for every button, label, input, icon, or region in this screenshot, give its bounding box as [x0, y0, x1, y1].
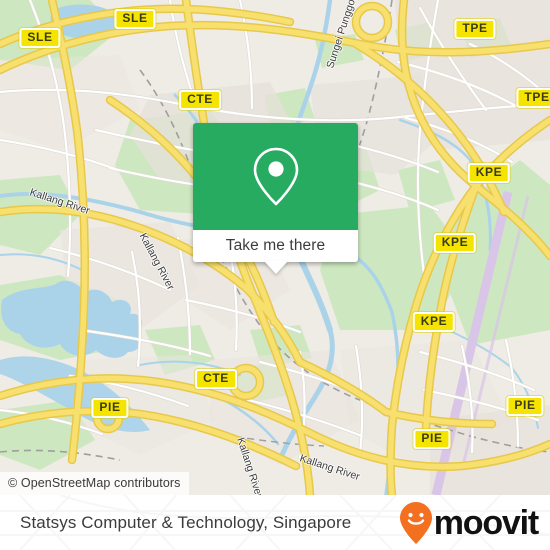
page-title: Statsys Computer & Technology, Singapore [20, 512, 352, 532]
highway-shield-tpe-3: TPE [454, 19, 496, 39]
location-pin-icon [253, 147, 298, 205]
footer-bar: Statsys Computer & Technology, Singapore… [0, 495, 550, 550]
highway-shield-pie-11: PIE [506, 396, 544, 416]
location-popup-card[interactable]: Take me there [193, 123, 358, 274]
highway-shield-sle-1: SLE [114, 9, 156, 29]
popup-action-area[interactable]: Take me there [193, 230, 358, 274]
osm-attribution[interactable]: © OpenStreetMap contributors [0, 472, 189, 495]
highway-shield-kpe-7: KPE [412, 312, 456, 332]
highway-shield-pie-9: PIE [91, 398, 129, 418]
take-me-there-label: Take me there [225, 237, 326, 254]
screenshot-root: .w { fill:#aad3ea; } .wl { stroke:#aad3e… [0, 0, 550, 550]
highway-shield-cte-2: CTE [179, 90, 221, 110]
moovit-wordmark: moovit [433, 503, 539, 542]
popup-tail-pointer [263, 261, 288, 274]
highway-shield-tpe-4: TPE [516, 88, 550, 108]
highway-shield-sle-0: SLE [19, 28, 61, 48]
moovit-logo[interactable]: moovit [399, 501, 539, 545]
highway-shield-kpe-5: KPE [467, 163, 511, 183]
moovit-pin-icon [399, 501, 432, 544]
popup-icon-area [193, 123, 358, 230]
map-canvas[interactable]: .w { fill:#aad3ea; } .wl { stroke:#aad3e… [0, 0, 550, 495]
highway-shield-pie-10: PIE [413, 429, 451, 449]
highway-shield-kpe-6: KPE [433, 233, 477, 253]
highway-shield-cte-8: CTE [195, 369, 237, 389]
